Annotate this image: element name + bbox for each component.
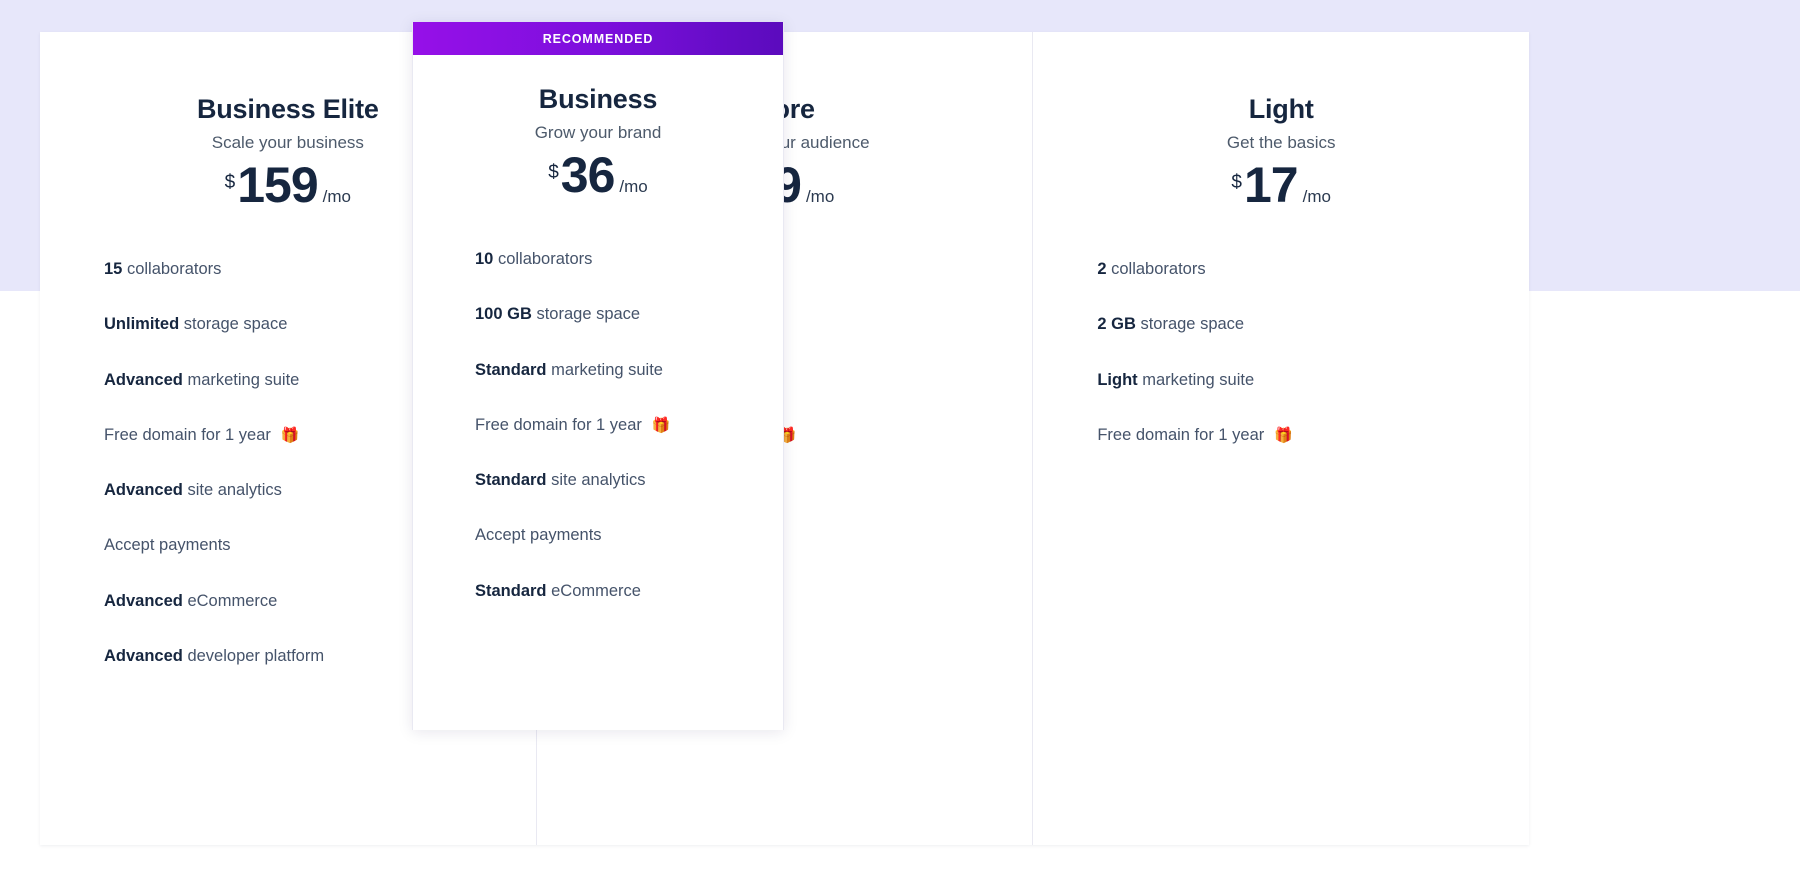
feature-item: Standard eCommerce xyxy=(475,580,763,602)
feature-highlight: Standard xyxy=(475,360,547,379)
plan-tagline: Grow your brand xyxy=(534,123,662,143)
feature-text: storage space xyxy=(179,315,288,334)
price-period: /mo xyxy=(619,177,648,197)
plan-name: Business xyxy=(538,84,658,114)
feature-highlight: Standard xyxy=(475,581,547,600)
plan-tagline: Get the basics xyxy=(1226,133,1336,153)
feature-text: Free domain for 1 year xyxy=(475,415,642,434)
price-period: /mo xyxy=(322,187,352,207)
feature-highlight: 15 xyxy=(104,260,123,279)
feature-text: marketing suite xyxy=(546,360,663,379)
feature-item: 2 GB storage space xyxy=(1097,313,1509,335)
gift-icon: 🎁 xyxy=(1274,426,1293,444)
feature-list: 10 collaborators 100 GB storage space Stan… xyxy=(413,248,783,602)
feature-text: collaborators xyxy=(122,260,222,279)
feature-highlight: Advanced xyxy=(104,646,183,665)
feature-text: eCommerce xyxy=(546,581,641,600)
plan-card-light[interactable]: Light Get the basics $17/mo 2 collaborators… xyxy=(1032,32,1530,845)
price-currency: $ xyxy=(1231,172,1242,194)
plan-name: Light xyxy=(1248,94,1314,124)
feature-highlight: Unlimited xyxy=(104,315,180,334)
feature-text: Free domain for 1 year xyxy=(1097,425,1265,444)
price-amount: 17 xyxy=(1243,157,1299,214)
plan-header: Light Get the basics $17/mo xyxy=(1033,32,1529,210)
plan-price: $36/mo xyxy=(413,150,783,200)
gift-icon: 🎁 xyxy=(280,426,300,444)
price-amount: 159 xyxy=(237,157,318,214)
feature-highlight: 2 xyxy=(1097,260,1107,279)
feature-text: marketing suite xyxy=(182,370,300,389)
pricing-cards-container: Business Elite Scale your business $159/mo… xyxy=(40,22,1530,845)
feature-text: storage space xyxy=(531,305,641,324)
feature-text: site analytics xyxy=(546,471,646,490)
feature-item: Free domain for 1 year 🎁 xyxy=(1097,424,1509,446)
feature-item: 10 collaborators xyxy=(475,248,763,270)
recommended-ribbon: RECOMMENDED xyxy=(413,22,783,55)
feature-list: 2 collaborators 2 GB storage space Light m… xyxy=(1033,258,1529,446)
feature-text: Free domain for 1 year xyxy=(104,425,271,444)
feature-highlight: 10 xyxy=(475,250,494,269)
feature-item: Standard site analytics xyxy=(475,469,763,491)
feature-item: Light marketing suite xyxy=(1097,369,1509,391)
feature-highlight: 100 GB xyxy=(475,305,532,324)
feature-item: 2 collaborators xyxy=(1097,258,1509,280)
feature-highlight: Light xyxy=(1097,370,1138,389)
price-currency: $ xyxy=(548,162,559,184)
feature-item: Standard marketing suite xyxy=(475,359,763,381)
feature-highlight: 2 GB xyxy=(1097,315,1136,334)
feature-text: marketing suite xyxy=(1137,370,1255,389)
gift-icon: 🎁 xyxy=(651,416,671,434)
feature-highlight: Standard xyxy=(475,471,547,490)
price-period: /mo xyxy=(805,187,835,207)
plan-price: $17/mo xyxy=(1033,160,1529,210)
plan-header: Business Grow your brand $36/mo xyxy=(413,55,783,200)
feature-text: collaborators xyxy=(493,250,593,269)
feature-item: 100 GB storage space xyxy=(475,303,763,325)
price-amount: 36 xyxy=(560,147,616,204)
feature-text: developer platform xyxy=(182,646,325,665)
feature-text: collaborators xyxy=(1106,260,1206,279)
feature-text: eCommerce xyxy=(182,591,278,610)
feature-highlight: Advanced xyxy=(104,591,183,610)
feature-text: storage space xyxy=(1135,315,1245,334)
feature-item: Free domain for 1 year 🎁 xyxy=(475,414,763,436)
plan-card-business[interactable]: RECOMMENDED Business Grow your brand $36/mo… xyxy=(412,22,784,730)
feature-highlight: Advanced xyxy=(104,481,183,500)
pricing-page: Business Elite Scale your business $159/mo… xyxy=(0,0,1800,870)
feature-highlight: Advanced xyxy=(104,370,183,389)
price-period: /mo xyxy=(1302,187,1331,207)
feature-text: Accept payments xyxy=(104,536,231,555)
feature-text: site analytics xyxy=(182,481,282,500)
price-currency: $ xyxy=(224,172,236,194)
feature-item: Accept payments xyxy=(475,524,763,546)
feature-text: Accept payments xyxy=(475,526,602,545)
